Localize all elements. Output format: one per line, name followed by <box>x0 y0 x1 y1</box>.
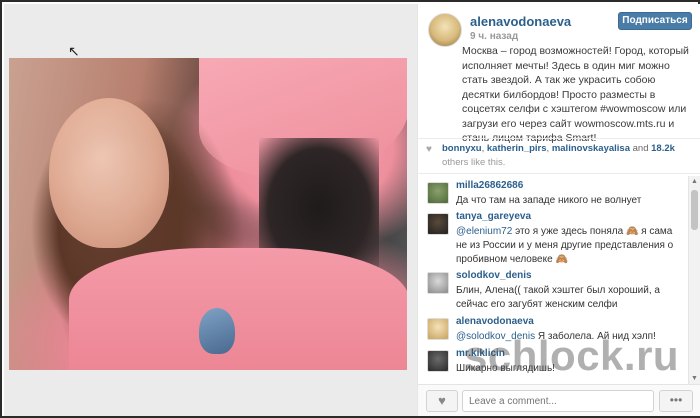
heart-icon: ♥ <box>426 144 432 155</box>
comment-text: Блин, Алена(( такой хэштег был хороший, … <box>456 284 684 312</box>
comment-input[interactable] <box>462 390 654 412</box>
photo-panel: ↖ <box>4 4 417 416</box>
post-caption: Москва – город возможностей! Город, кото… <box>462 45 689 144</box>
scroll-up-arrow-icon[interactable]: ▲ <box>691 178 698 185</box>
heart-icon: ♥ <box>438 393 446 408</box>
commenter-username[interactable]: tanya_gareyeva <box>456 211 531 222</box>
likes-and-text: and <box>632 143 649 154</box>
scroll-thumb[interactable] <box>691 190 698 230</box>
comment-text: Да что там на западе никого не волнует <box>456 194 684 208</box>
window-frame: ↖ alenavodonaeva 9 ч. назад Подписаться … <box>0 0 700 418</box>
commenter-username[interactable]: milla26862686 <box>456 180 523 191</box>
scroll-down-arrow-icon[interactable]: ▼ <box>691 375 698 382</box>
commenter-username[interactable]: solodkov_denis <box>456 270 532 281</box>
commenter-avatar[interactable] <box>427 272 449 294</box>
commenter-avatar[interactable] <box>427 182 449 204</box>
cursor-icon: ↖ <box>68 43 80 59</box>
photo-sweater <box>69 248 407 370</box>
commenter-avatar[interactable] <box>427 318 449 340</box>
comment-footer: ♥ ••• <box>418 384 700 416</box>
follow-button[interactable]: Подписаться <box>618 12 692 30</box>
comment-body: Да что там на западе никого не волнует <box>456 195 642 206</box>
liker-link[interactable]: malinovskayalisa <box>552 143 630 154</box>
likes-count[interactable]: 18.2k <box>651 143 675 154</box>
author-username[interactable]: alenavodonaeva <box>470 14 571 29</box>
author-avatar[interactable] <box>428 13 462 47</box>
comment-mention[interactable]: @elenium72 <box>456 226 512 237</box>
liker-link[interactable]: bonnyxu <box>442 143 482 154</box>
post-header: alenavodonaeva 9 ч. назад Подписаться Мо… <box>418 4 700 144</box>
likers-line: bonnyxu, katherin_pirs, malinovskayalisa… <box>442 143 675 154</box>
liker-link[interactable]: katherin_pirs <box>487 143 547 154</box>
post-time: 9 ч. назад <box>470 31 519 42</box>
commenter-avatar[interactable] <box>427 213 449 235</box>
likes-section: ♥ bonnyxu, katherin_pirs, malinovskayali… <box>418 138 700 174</box>
more-options-button[interactable]: ••• <box>659 390 693 412</box>
comments-scrollbar[interactable]: ▲ ▼ <box>688 176 700 384</box>
likes-others-text: others like this. <box>442 157 506 168</box>
photo-brooch <box>199 308 235 354</box>
commenter-username[interactable]: alenavodonaeva <box>456 316 534 327</box>
photo-face <box>49 98 169 248</box>
commenter-avatar[interactable] <box>427 350 449 372</box>
watermark: schlock.ru <box>464 332 680 379</box>
like-button[interactable]: ♥ <box>426 390 458 412</box>
comment-body: Блин, Алена(( такой хэштег был хороший, … <box>456 285 660 310</box>
post-photo[interactable] <box>9 58 407 370</box>
comment-text: @elenium72 это я уже здесь поняла 🙈 я са… <box>456 225 684 267</box>
